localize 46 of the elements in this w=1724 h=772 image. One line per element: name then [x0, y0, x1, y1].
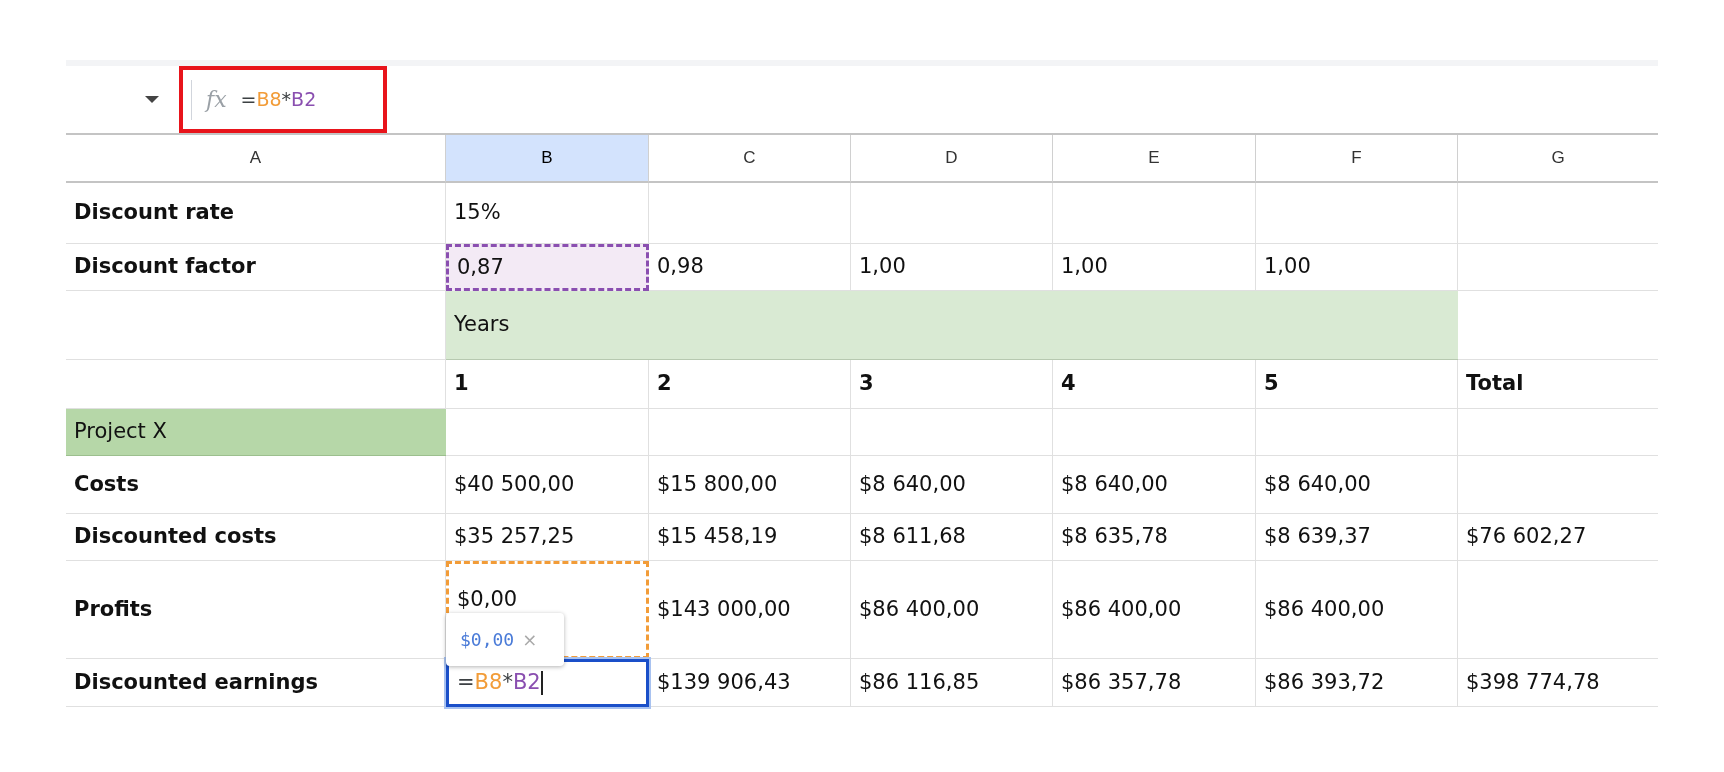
table-cell: $139 906,43 [649, 659, 851, 707]
table-cell: $8 635,78 [1053, 514, 1256, 561]
column-header[interactable]: A [66, 135, 446, 183]
function-label: fx [206, 86, 227, 114]
table-cell: $15 800,00 [649, 456, 851, 514]
table-cell: Discount factor [66, 244, 446, 291]
table-cell: 0,87 [446, 244, 649, 291]
table-cell: $8 611,68 [851, 514, 1053, 561]
table-cell: Discounted costs [66, 514, 446, 561]
table-cell: Total [1458, 360, 1658, 409]
table-cell: $8 640,00 [1256, 456, 1458, 514]
table-cell: 2 [649, 360, 851, 409]
table-cell: $35 257,25 [446, 514, 649, 561]
table-cell: Years [446, 291, 1458, 360]
column-header[interactable]: E [1053, 135, 1256, 183]
table-cell: $86 393,72 [1256, 659, 1458, 707]
table-cell: $86 400,00 [1053, 561, 1256, 659]
formula-text[interactable]: =B8*B2 [240, 85, 317, 114]
table-cell: $40 500,00 [446, 456, 649, 514]
table-cell: $15 458,19 [649, 514, 851, 561]
table-cell: $86 116,85 [851, 659, 1053, 707]
table-cell: Project X [66, 409, 446, 456]
table-cell: Discount rate [66, 183, 446, 244]
table-cell: $86 400,00 [1256, 561, 1458, 659]
preview-value: $0,00 [460, 628, 515, 652]
table-cell: $398 774,78 [1458, 659, 1658, 707]
table-cell: $76 602,27 [1458, 514, 1658, 561]
table-cell: $86 357,78 [1053, 659, 1256, 707]
table-cell: $8 640,00 [1053, 456, 1256, 514]
table-cell: 3 [851, 360, 1053, 409]
dropdown-caret-icon[interactable] [145, 95, 159, 104]
table-cell: Costs [66, 456, 446, 514]
column-header[interactable]: F [1256, 135, 1458, 183]
table-cell: $86 400,00 [851, 561, 1053, 659]
table-cell: $143 000,00 [649, 561, 851, 659]
column-header[interactable]: B [446, 135, 649, 183]
table-cell: 4 [1053, 360, 1256, 409]
column-header[interactable]: C [649, 135, 851, 183]
cell-editor[interactable]: =B8*B2 [446, 659, 649, 707]
text-cursor [540, 671, 543, 695]
table-cell: Profits [66, 561, 446, 659]
column-header[interactable]: D [851, 135, 1053, 183]
table-cell: $8 639,37 [1256, 514, 1458, 561]
table-cell: $8 640,00 [851, 456, 1053, 514]
table-cell: 5 [1256, 360, 1458, 409]
table-cell: 1 [446, 360, 649, 409]
